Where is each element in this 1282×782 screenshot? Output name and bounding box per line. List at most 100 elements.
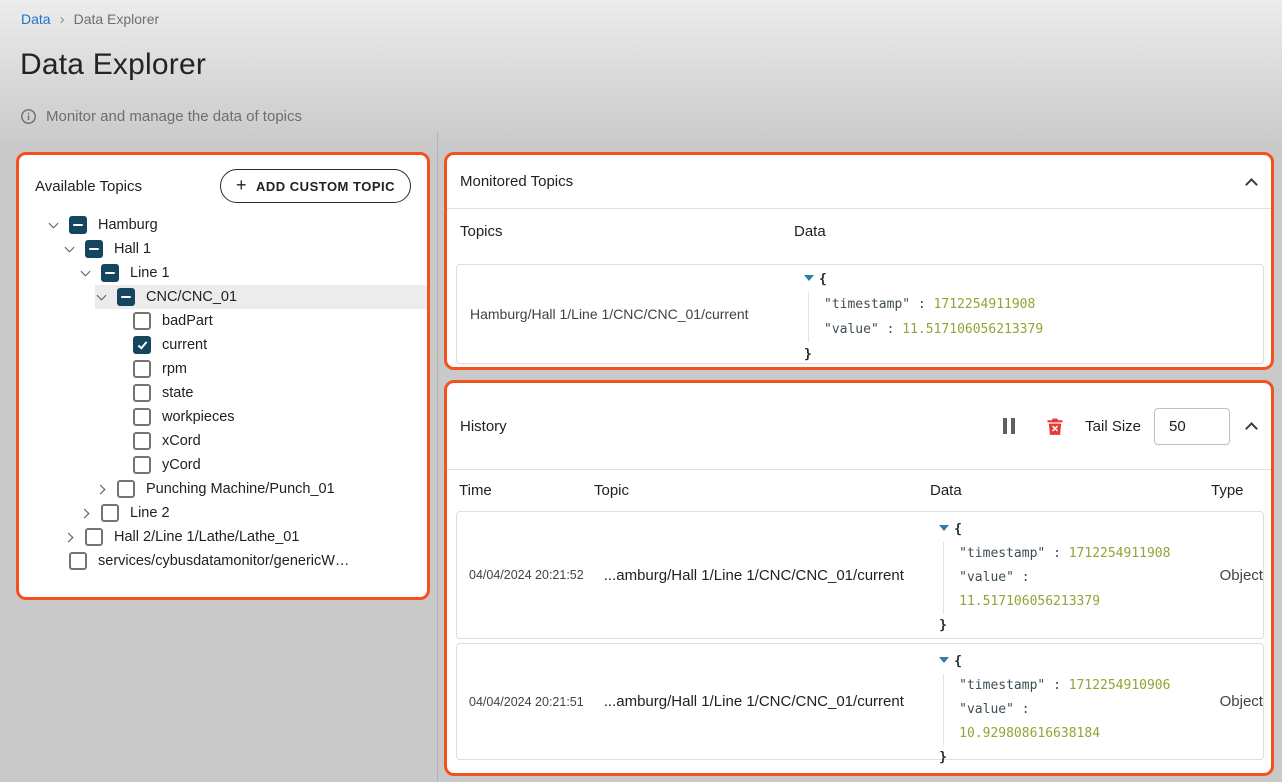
tree-item-label: Hall 1 (114, 241, 151, 257)
pause-button[interactable] (1003, 418, 1015, 434)
tree-row[interactable]: rpm (35, 357, 411, 381)
json-key: "value" (959, 702, 1014, 717)
json-number: 1712254911908 (934, 297, 1036, 312)
info-icon (20, 108, 37, 125)
chevron-down-icon[interactable] (49, 219, 59, 229)
checkbox-indeterminate[interactable] (101, 264, 119, 282)
tree-row[interactable]: badPart (35, 309, 411, 333)
tree-item-label: badPart (162, 313, 213, 329)
history-topic: ...amburg/Hall 1/Line 1/CNC/CNC_01/curre… (604, 644, 939, 759)
tree-row[interactable]: CNC/CNC_01 (95, 285, 427, 309)
json-number: 1712254911908 (1069, 546, 1171, 561)
history-col-data: Data (930, 482, 1211, 499)
history-col-time: Time (447, 482, 594, 499)
chevron-down-icon[interactable] (97, 291, 107, 301)
history-time: 04/04/2024 20:21:51 (457, 644, 604, 759)
checkbox-unchecked[interactable] (69, 552, 87, 570)
pause-icon (1011, 418, 1015, 434)
json-colon: : (1053, 678, 1061, 693)
checkbox-unchecked[interactable] (101, 504, 119, 522)
monitored-col-topics: Topics (447, 223, 794, 240)
history-row: 04/04/2024 20:21:52 ...amburg/Hall 1/Lin… (456, 511, 1264, 639)
chevron-down-icon[interactable] (65, 243, 75, 253)
history-title: History (460, 418, 507, 435)
trash-delete-icon (1045, 416, 1065, 437)
checkbox-unchecked[interactable] (133, 384, 151, 402)
tree-row[interactable]: current (35, 333, 411, 357)
checkbox-unchecked[interactable] (117, 480, 135, 498)
plus-icon: + (236, 176, 247, 194)
tree-row[interactable]: Hamburg (35, 213, 411, 237)
tree-item-label: services/cybusdatamonitor/genericW… (98, 553, 349, 569)
checkbox-checked[interactable] (133, 336, 151, 354)
checkbox-indeterminate[interactable] (85, 240, 103, 258)
checkbox-unchecked[interactable] (133, 432, 151, 450)
topic-tree: HamburgHall 1Line 1CNC/CNC_01badPartcurr… (35, 213, 411, 573)
checkbox-unchecked[interactable] (133, 408, 151, 426)
tree-row[interactable]: Punching Machine/Punch_01 (35, 477, 411, 501)
json-close-brace: } (804, 347, 812, 362)
json-colon: : (1022, 570, 1030, 585)
checkbox-unchecked[interactable] (133, 456, 151, 474)
json-number: 10.929808616638184 (959, 726, 1100, 741)
tree-row[interactable]: state (35, 381, 411, 405)
tree-row[interactable]: Line 2 (35, 501, 411, 525)
tree-row[interactable]: Hall 1 (35, 237, 411, 261)
breadcrumb-link-data[interactable]: Data (21, 11, 51, 27)
chevron-slot (95, 486, 117, 493)
json-colon: : (1022, 702, 1030, 717)
json-expander-icon[interactable] (804, 275, 814, 281)
tree-row[interactable]: Hall 2/Line 1/Lathe/Lathe_01 (35, 525, 411, 549)
monitored-col-data: Data (794, 223, 826, 240)
json-expander-icon[interactable] (939, 525, 949, 531)
chevron-down-icon[interactable] (81, 267, 91, 277)
json-key: "timestamp" (959, 546, 1045, 561)
tree-item-label: Punching Machine/Punch_01 (146, 481, 335, 497)
chevron-slot (79, 510, 101, 517)
collapse-chevron-icon[interactable] (1245, 422, 1258, 435)
column-divider (437, 132, 438, 782)
tree-row[interactable]: xCord (35, 429, 411, 453)
history-type: Object (1220, 512, 1263, 638)
json-expander-icon[interactable] (939, 657, 949, 663)
history-row: 04/04/2024 20:21:51 ...amburg/Hall 1/Lin… (456, 643, 1264, 760)
json-open-brace: { (819, 272, 827, 287)
monitored-topic-path: Hamburg/Hall 1/Line 1/CNC/CNC_01/current (457, 265, 804, 363)
json-close-brace: } (939, 618, 947, 633)
chevron-right-icon[interactable] (64, 532, 74, 542)
tree-row[interactable]: workpieces (35, 405, 411, 429)
tree-item-label: Line 2 (130, 505, 170, 521)
json-key: "timestamp" (959, 678, 1045, 693)
checkbox-unchecked[interactable] (85, 528, 103, 546)
tree-row[interactable]: Line 1 (35, 261, 411, 285)
monitored-topics-title: Monitored Topics (460, 173, 573, 190)
checkbox-unchecked[interactable] (133, 312, 151, 330)
tree-item-label: rpm (162, 361, 187, 377)
monitored-topics-panel: Monitored Topics Topics Data Hamburg/Hal… (444, 152, 1274, 370)
tree-row[interactable]: services/cybusdatamonitor/genericW… (35, 549, 411, 573)
tree-row[interactable]: yCord (35, 453, 411, 477)
json-number: 11.517106056213379 (959, 594, 1100, 609)
checkbox-indeterminate[interactable] (117, 288, 135, 306)
json-colon: : (887, 322, 895, 337)
history-col-type: Type (1211, 482, 1271, 499)
page-subtitle: Monitor and manage the data of topics (46, 108, 302, 125)
chevron-right-icon[interactable] (96, 484, 106, 494)
page-title: Data Explorer (20, 48, 206, 82)
add-custom-topic-label: ADD CUSTOM TOPIC (256, 179, 395, 194)
checkbox-indeterminate[interactable] (69, 216, 87, 234)
tail-size-input[interactable] (1154, 408, 1230, 445)
tree-item-label: workpieces (162, 409, 235, 425)
chevron-right-icon[interactable] (80, 508, 90, 518)
tree-item-label: Line 1 (130, 265, 170, 281)
tree-item-label: state (162, 385, 193, 401)
tree-item-label: current (162, 337, 207, 353)
json-open-brace: { (954, 654, 962, 669)
collapse-chevron-icon[interactable] (1245, 178, 1258, 191)
clear-history-button[interactable] (1045, 416, 1065, 437)
chevron-slot (63, 247, 85, 251)
checkbox-unchecked[interactable] (133, 360, 151, 378)
breadcrumb-current: Data Explorer (74, 11, 160, 27)
add-custom-topic-button[interactable]: + ADD CUSTOM TOPIC (220, 169, 411, 203)
json-key: "timestamp" (824, 297, 910, 312)
